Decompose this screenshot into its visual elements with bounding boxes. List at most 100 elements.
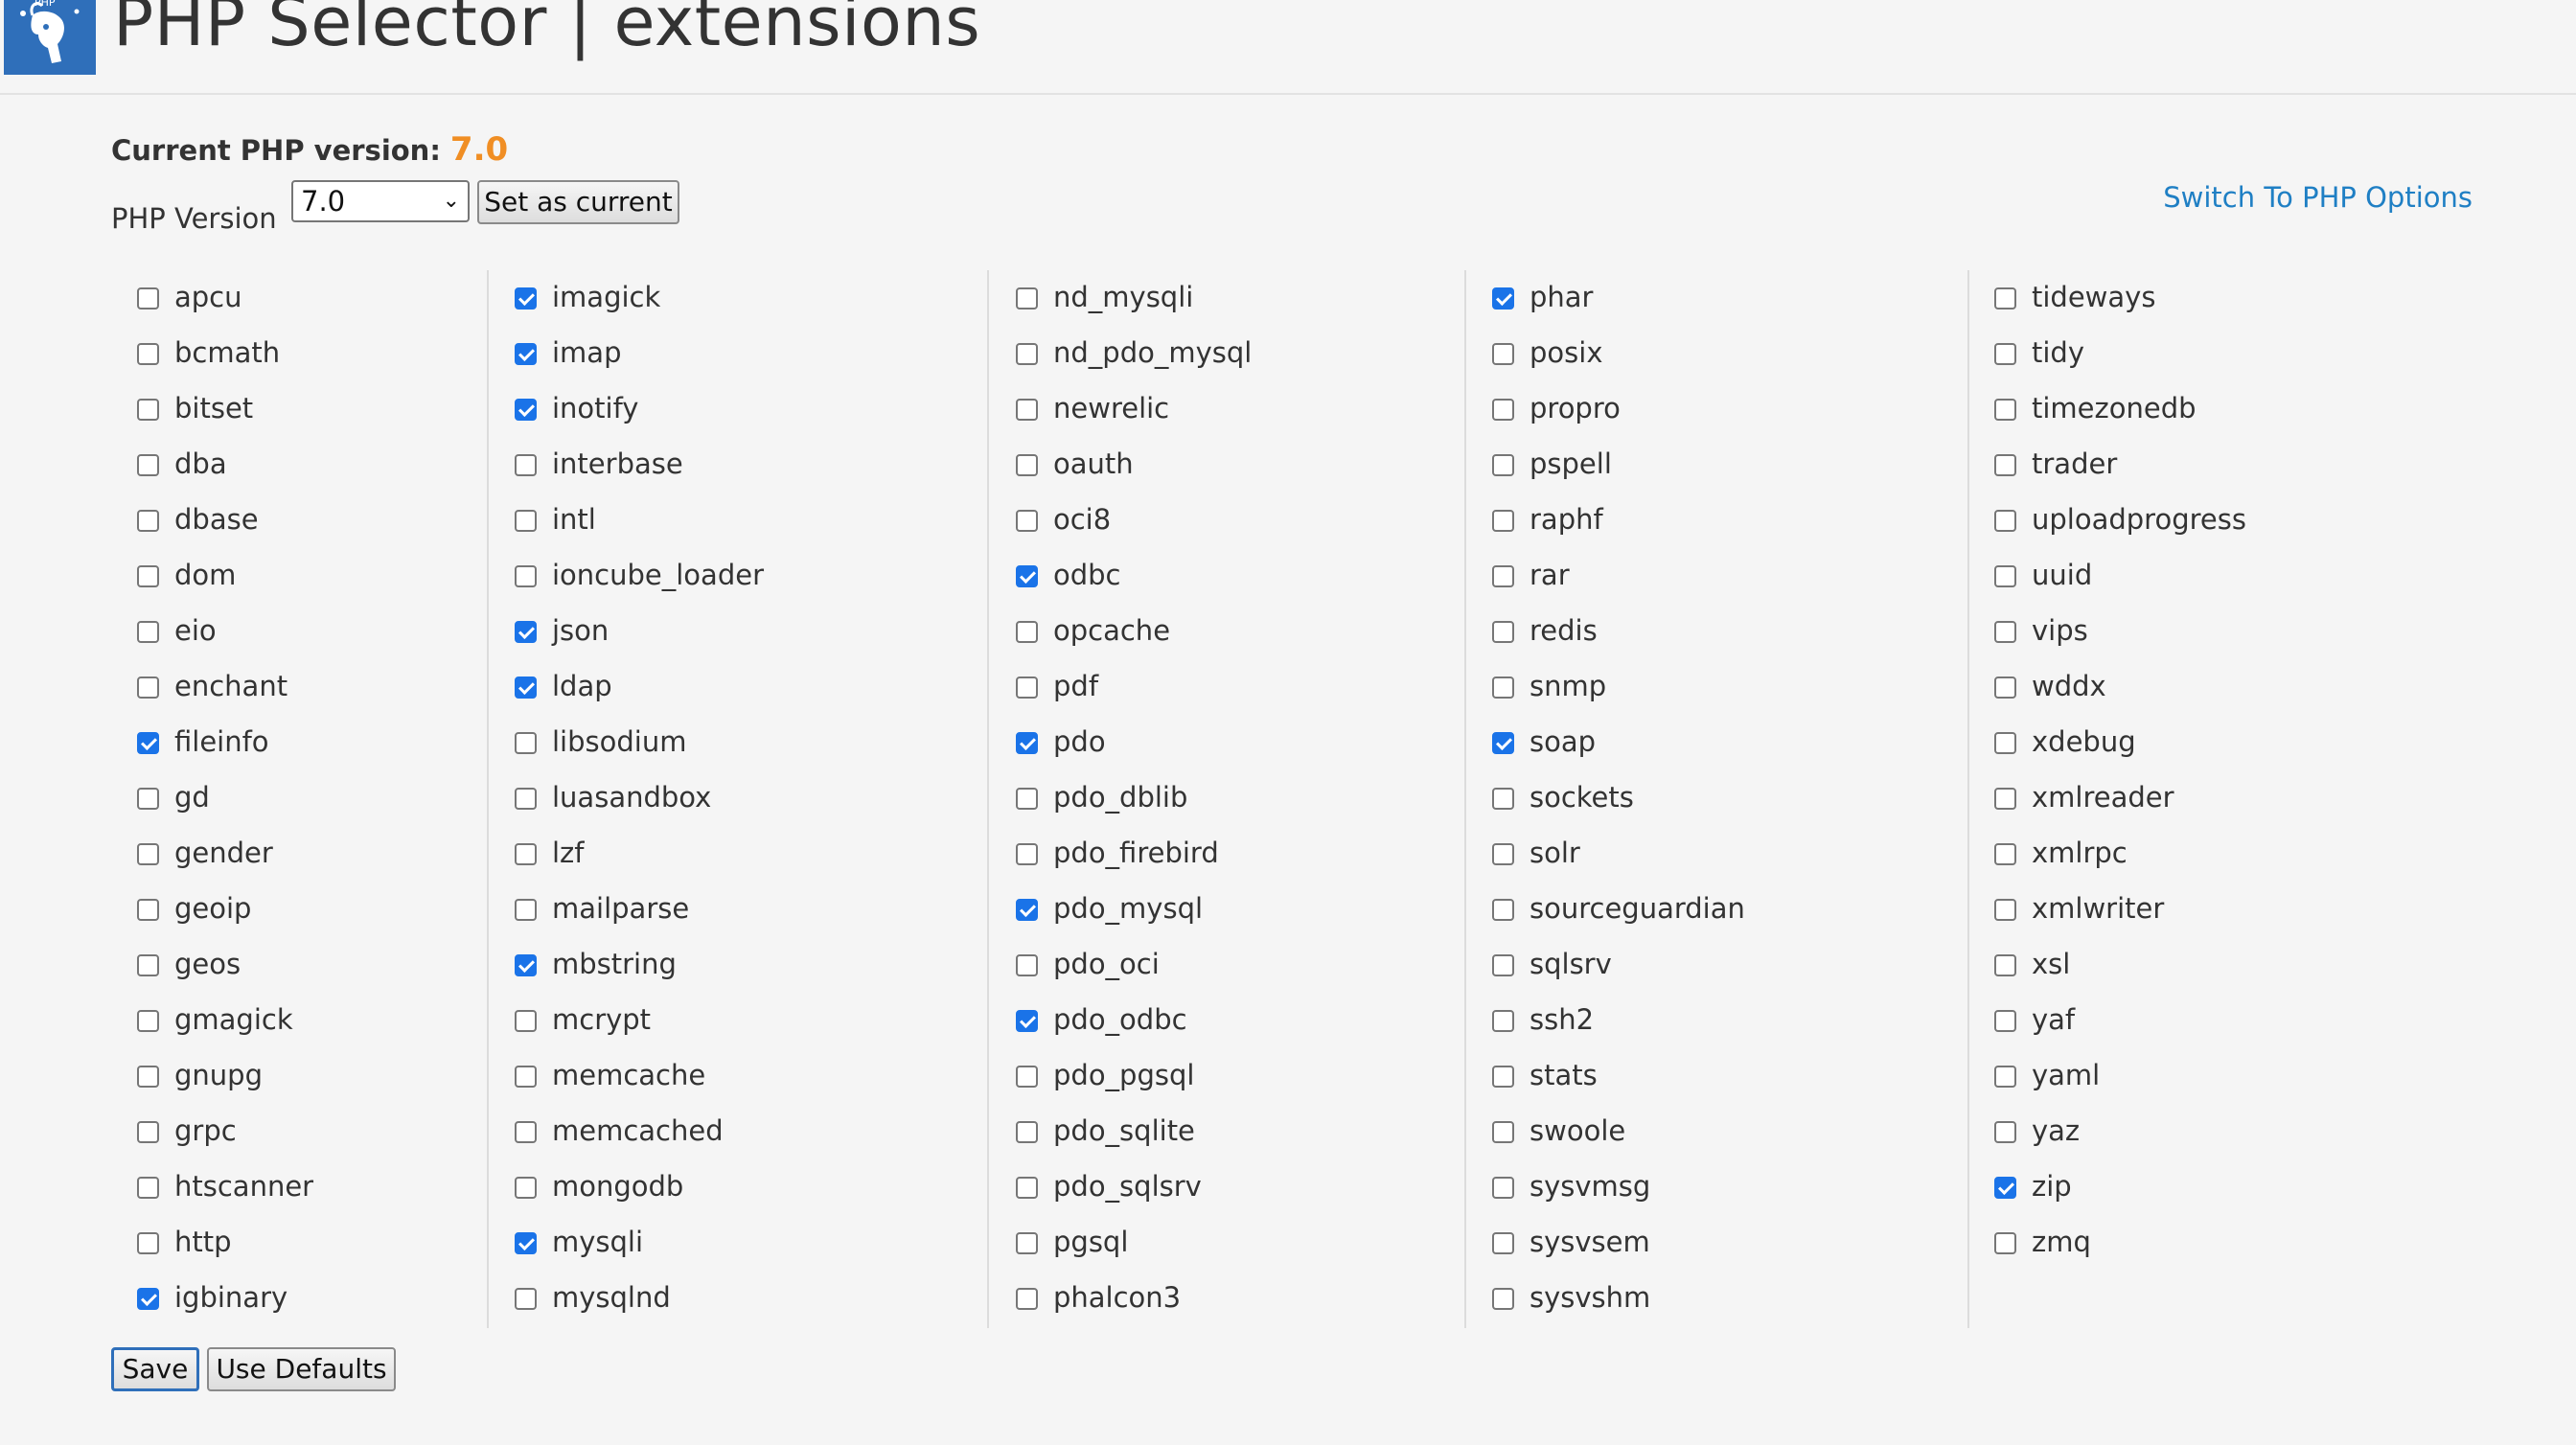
extension-checkbox[interactable] — [1994, 1121, 2016, 1143]
extension-checkbox[interactable] — [515, 677, 537, 699]
extension-checkbox[interactable] — [137, 621, 159, 643]
extension-checkbox[interactable] — [137, 287, 159, 310]
php-version-select[interactable]: 7.0 ⌄ — [291, 180, 470, 222]
extension-checkbox[interactable] — [1492, 1066, 1514, 1088]
extension-checkbox[interactable] — [1016, 454, 1038, 476]
extension-checkbox[interactable] — [1016, 732, 1038, 754]
extension-checkbox[interactable] — [1492, 343, 1514, 365]
extension-checkbox[interactable] — [1492, 1010, 1514, 1032]
extension-checkbox[interactable] — [1994, 343, 2016, 365]
extension-checkbox[interactable] — [1994, 954, 2016, 976]
extension-checkbox[interactable] — [1492, 788, 1514, 810]
extension-checkbox[interactable] — [137, 1232, 159, 1254]
extension-checkbox[interactable] — [515, 1010, 537, 1032]
extension-checkbox[interactable] — [137, 1177, 159, 1199]
extension-checkbox[interactable] — [137, 899, 159, 921]
extension-checkbox[interactable] — [1492, 621, 1514, 643]
extension-checkbox[interactable] — [1994, 1010, 2016, 1032]
extension-checkbox[interactable] — [1492, 1121, 1514, 1143]
extension-checkbox[interactable] — [1016, 1010, 1038, 1032]
extension-checkbox[interactable] — [1016, 565, 1038, 587]
extension-checkbox[interactable] — [515, 899, 537, 921]
extension-checkbox[interactable] — [515, 843, 537, 865]
switch-to-php-options-link[interactable]: Switch To PHP Options — [2163, 178, 2472, 217]
extension-checkbox[interactable] — [137, 1066, 159, 1088]
extension-checkbox[interactable] — [1016, 510, 1038, 532]
extension-checkbox[interactable] — [515, 954, 537, 976]
extension-checkbox[interactable] — [515, 732, 537, 754]
extension-checkbox[interactable] — [1994, 843, 2016, 865]
extension-checkbox[interactable] — [515, 287, 537, 310]
extension-checkbox[interactable] — [515, 343, 537, 365]
extension-checkbox[interactable] — [1016, 1177, 1038, 1199]
extension-checkbox[interactable] — [1016, 1288, 1038, 1310]
extension-label: nd_mysqli — [1053, 281, 1194, 313]
extension-checkbox[interactable] — [515, 510, 537, 532]
extension-checkbox[interactable] — [137, 677, 159, 699]
extension-checkbox[interactable] — [1994, 1066, 2016, 1088]
extension-checkbox[interactable] — [515, 1177, 537, 1199]
extension-checkbox[interactable] — [1492, 399, 1514, 421]
extension-checkbox[interactable] — [515, 788, 537, 810]
extension-checkbox[interactable] — [1016, 1232, 1038, 1254]
extension-checkbox[interactable] — [1016, 1121, 1038, 1143]
extension-checkbox[interactable] — [1492, 454, 1514, 476]
extension-checkbox[interactable] — [137, 732, 159, 754]
extension-checkbox[interactable] — [515, 1232, 537, 1254]
extension-checkbox[interactable] — [1994, 677, 2016, 699]
extension-checkbox[interactable] — [1492, 1288, 1514, 1310]
extension-checkbox[interactable] — [1994, 732, 2016, 754]
extension-checkbox[interactable] — [137, 343, 159, 365]
extension-checkbox[interactable] — [1016, 677, 1038, 699]
extension-checkbox[interactable] — [1492, 843, 1514, 865]
extension-checkbox[interactable] — [1994, 1177, 2016, 1199]
extension-checkbox[interactable] — [1016, 287, 1038, 310]
extension-checkbox[interactable] — [137, 1010, 159, 1032]
extension-checkbox[interactable] — [515, 1066, 537, 1088]
extension-checkbox[interactable] — [1994, 287, 2016, 310]
extension-checkbox[interactable] — [1016, 1066, 1038, 1088]
extension-checkbox[interactable] — [1016, 788, 1038, 810]
extension-checkbox[interactable] — [137, 788, 159, 810]
extension-checkbox[interactable] — [1016, 621, 1038, 643]
set-as-current-button[interactable]: Set as current — [477, 180, 679, 224]
extension-checkbox[interactable] — [137, 565, 159, 587]
extension-checkbox[interactable] — [137, 843, 159, 865]
extension-checkbox[interactable] — [1492, 954, 1514, 976]
extension-checkbox[interactable] — [1492, 1232, 1514, 1254]
extension-checkbox[interactable] — [1492, 899, 1514, 921]
use-defaults-button[interactable]: Use Defaults — [207, 1347, 396, 1391]
extension-checkbox[interactable] — [1492, 287, 1514, 310]
extension-checkbox[interactable] — [137, 454, 159, 476]
extension-checkbox[interactable] — [1492, 565, 1514, 587]
extension-checkbox[interactable] — [1994, 1232, 2016, 1254]
extension-checkbox[interactable] — [515, 1121, 537, 1143]
extension-checkbox[interactable] — [137, 399, 159, 421]
extension-checkbox[interactable] — [1016, 899, 1038, 921]
extension-checkbox[interactable] — [1994, 399, 2016, 421]
save-button[interactable]: Save — [111, 1347, 199, 1391]
extension-checkbox[interactable] — [1492, 732, 1514, 754]
extension-checkbox[interactable] — [137, 954, 159, 976]
extension-checkbox[interactable] — [1016, 399, 1038, 421]
extension-checkbox[interactable] — [1994, 565, 2016, 587]
extension-checkbox[interactable] — [1994, 510, 2016, 532]
extension-checkbox[interactable] — [1016, 954, 1038, 976]
extension-checkbox[interactable] — [1994, 621, 2016, 643]
extension-checkbox[interactable] — [515, 565, 537, 587]
extension-checkbox[interactable] — [515, 621, 537, 643]
extension-checkbox[interactable] — [515, 1288, 537, 1310]
extension-checkbox[interactable] — [1994, 788, 2016, 810]
extension-checkbox[interactable] — [1492, 1177, 1514, 1199]
extension-checkbox[interactable] — [1492, 510, 1514, 532]
extension-checkbox[interactable] — [137, 510, 159, 532]
extension-checkbox[interactable] — [515, 454, 537, 476]
extension-checkbox[interactable] — [1994, 899, 2016, 921]
extension-checkbox[interactable] — [137, 1288, 159, 1310]
extension-checkbox[interactable] — [1016, 343, 1038, 365]
extension-checkbox[interactable] — [1994, 454, 2016, 476]
extension-checkbox[interactable] — [515, 399, 537, 421]
extension-checkbox[interactable] — [1016, 843, 1038, 865]
extension-checkbox[interactable] — [137, 1121, 159, 1143]
extension-checkbox[interactable] — [1492, 677, 1514, 699]
